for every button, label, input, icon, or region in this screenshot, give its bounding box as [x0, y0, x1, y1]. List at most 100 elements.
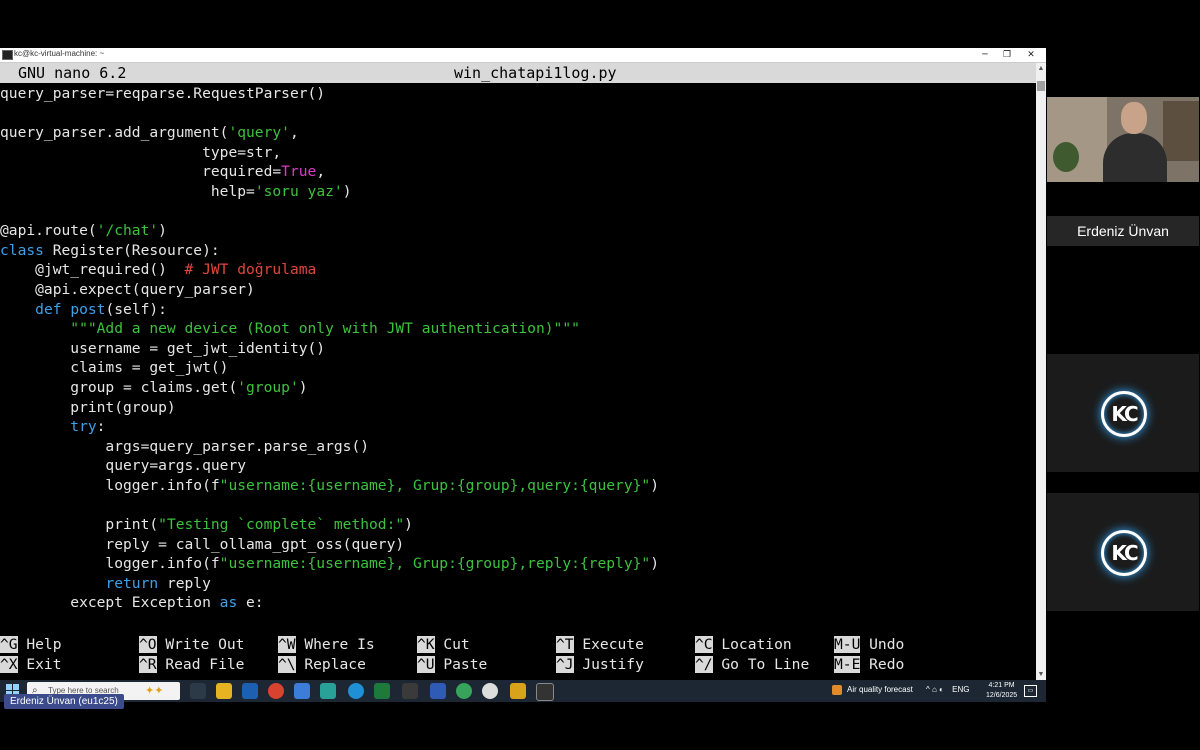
chrome-icon[interactable]: [268, 683, 284, 699]
speaker-video[interactable]: [1047, 97, 1199, 182]
excel-icon[interactable]: [374, 683, 390, 699]
app-icon[interactable]: [294, 683, 310, 699]
language-indicator[interactable]: ENG: [952, 685, 969, 694]
code-line: """Add a new device (Root only with JWT …: [0, 319, 1036, 339]
code-token: "username:{username}, Grup:{group},reply…: [219, 555, 651, 573]
code-line: type=str,: [0, 143, 1036, 163]
shortcut-key: ^R: [139, 655, 157, 673]
code-token: "username:{username}, Grup:{group},query…: [219, 476, 651, 494]
code-token: required=: [0, 163, 282, 181]
terminal-taskbar-icon[interactable]: [536, 683, 554, 701]
shortcut-redo: M-E Redo: [834, 655, 904, 675]
code-token: help=: [0, 182, 255, 200]
code-line: query_parser=reqparse.RequestParser(): [0, 84, 1036, 104]
terminal-area[interactable]: GNU nano 6.2 win_chatapi1log.py query_pa…: [0, 63, 1036, 680]
maximize-button[interactable]: ❐: [996, 48, 1018, 62]
shortcut-label: Help: [17, 636, 62, 653]
scroll-down-icon[interactable]: ▼: [1036, 671, 1046, 678]
code-line: claims = get_jwt(): [0, 358, 1036, 378]
code-token: class: [0, 241, 44, 259]
code-token: ): [650, 476, 659, 494]
shortcut-label: Exit: [17, 655, 62, 673]
code-token: type=str,: [0, 143, 282, 161]
system-tray[interactable]: ^ ⌂ ◐ ENG: [926, 685, 969, 694]
clock-date: 12/6/2025: [986, 692, 1018, 699]
edge-icon[interactable]: [348, 683, 364, 699]
clock[interactable]: 4:21 PM 12/6/2025: [986, 681, 1017, 701]
code-line: help='soru yaz'): [0, 182, 1036, 202]
file-explorer-icon[interactable]: [216, 683, 232, 699]
shortcut-execute: ^T Execute: [556, 635, 644, 655]
code-line: except Exception as e:: [0, 593, 1036, 613]
shortcut-key: M-E: [834, 655, 861, 673]
scroll-up-icon[interactable]: ▲: [1036, 65, 1046, 72]
speaker-avatar: [1121, 102, 1147, 134]
minimize-button[interactable]: ─: [974, 48, 996, 62]
shortcut-read-file: ^R Read File: [139, 655, 244, 675]
code-token: ): [298, 378, 308, 396]
code-line: logger.info(f"username:{username}, Grup:…: [0, 554, 1036, 574]
participant-tile[interactable]: KC: [1047, 354, 1199, 472]
notification-icon[interactable]: ▭: [1024, 685, 1037, 697]
code-token: print(group): [0, 398, 176, 416]
shortcut-key: ^G: [0, 636, 18, 653]
code-token: ): [650, 555, 659, 573]
window-titlebar[interactable]: kc@kc-virtual-machine: ~ ─ ❐ ✕: [0, 48, 1046, 63]
search-highlight-icon: ✦✦: [145, 685, 164, 697]
shortcut-cut: ^K Cut: [417, 635, 470, 655]
scrollbar-thumb[interactable]: [1037, 81, 1045, 91]
code-token: True: [281, 163, 317, 181]
shortcut-bar: ^G Help ^X Exit ^O Write Out ^R Read File ^W…: [0, 635, 1036, 675]
task-view-icon[interactable]: [190, 683, 206, 699]
code-token: return: [105, 574, 159, 592]
app-icon[interactable]: [482, 683, 498, 699]
shortcut-where-is: ^W Where Is: [278, 635, 375, 655]
app-icon[interactable]: [510, 683, 526, 699]
code-token: '/chat': [96, 222, 159, 240]
app-icon[interactable]: [430, 683, 446, 699]
nano-version: GNU nano 6.2: [18, 64, 127, 82]
code-line: @jwt_required() # JWT doğrulama: [0, 260, 1036, 280]
close-button[interactable]: ✕: [1020, 48, 1042, 62]
shortcut-label: Write Out: [156, 636, 245, 653]
shortcut-location: ^C Location: [695, 635, 792, 655]
code-token: :: [96, 418, 106, 436]
weather-widget[interactable]: Air quality forecast: [832, 685, 913, 695]
shortcut-label: Replace: [295, 655, 366, 673]
code-token: reply = call_ollama_gpt_oss(query): [0, 535, 405, 553]
code-line: group = claims.get('group'): [0, 378, 1036, 398]
weather-text: Air quality forecast: [847, 685, 913, 695]
shortcut-exit: ^X Exit: [0, 655, 62, 675]
terminal-window[interactable]: kc@kc-virtual-machine: ~ ─ ❐ ✕ GNU nano …: [0, 48, 1046, 680]
code-editor[interactable]: query_parser=reqparse.RequestParser() qu…: [0, 84, 1036, 613]
code-token: 'soru yaz': [254, 182, 343, 200]
code-token: # JWT doğrulama: [184, 261, 317, 279]
code-token: ,: [316, 163, 326, 181]
code-line: args=query_parser.parse_args(): [0, 437, 1036, 457]
tray-icons[interactable]: ^ ⌂ ◐: [926, 685, 944, 694]
shortcut-label: Undo: [860, 636, 905, 653]
code-token: @api.route(: [0, 222, 97, 240]
scrollbar[interactable]: ▲ ▼: [1036, 63, 1046, 680]
code-token: query_parser=reqparse.RequestParser(): [0, 85, 326, 102]
app-icon[interactable]: [456, 683, 472, 699]
app-icon[interactable]: [242, 683, 258, 699]
participant-label: Erdeniz Ünvan (eu1c25): [4, 694, 124, 709]
code-token: username = get_jwt_identity(): [0, 339, 326, 357]
code-token: post: [70, 300, 106, 318]
participant-tile[interactable]: KC: [1047, 493, 1199, 611]
taskbar: ⌕ Type here to search ✦✦ Air quality for…: [0, 680, 1046, 702]
code-token: try: [70, 418, 97, 436]
code-token: def: [35, 300, 62, 318]
app-icon[interactable]: [320, 683, 336, 699]
code-line: try:: [0, 417, 1036, 437]
app-icon[interactable]: [402, 683, 418, 699]
shortcut-label: Read File: [156, 655, 245, 673]
code-token: 'group': [237, 378, 299, 396]
speaker-name: Erdeniz Ünvan: [1047, 216, 1199, 246]
code-token: query_parser.add_argument(: [0, 124, 229, 142]
